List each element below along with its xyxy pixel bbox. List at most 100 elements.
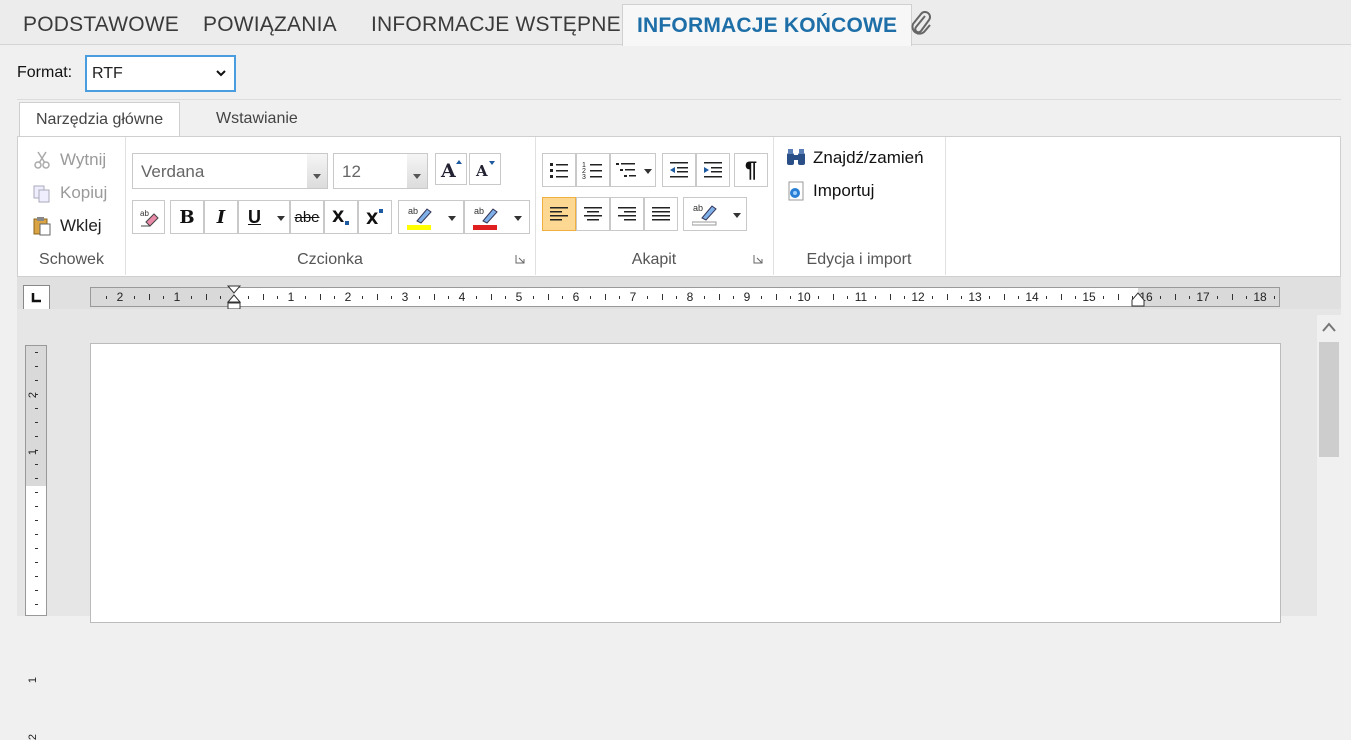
svg-text:3: 3 (582, 174, 586, 181)
horizontal-ruler[interactable]: 2 1 1 2 3 4 5 6 7 8 9 10 11 12 13 14 15 16 17 18 (90, 287, 1280, 307)
ruler-tick (362, 296, 364, 299)
tab-informacje-koncowe[interactable]: INFORMACJE KOŃCOWE (622, 4, 913, 46)
copy-label: Kopiuj (60, 183, 108, 202)
underline-button[interactable]: U (238, 200, 290, 234)
font-size-value: 12 (342, 162, 361, 181)
align-right-button[interactable] (610, 197, 644, 231)
scrollbar-thumb[interactable] (1319, 342, 1339, 457)
ruler-tick (205, 294, 207, 300)
divider (17, 99, 1341, 100)
align-center-button[interactable] (576, 197, 610, 231)
ruler-tick (248, 296, 250, 299)
left-tab-icon (31, 293, 41, 303)
shrink-font-button[interactable]: A (469, 153, 501, 185)
font-size-combo[interactable]: 12 (333, 153, 428, 189)
ruler-tick (1017, 296, 1019, 299)
tab-stop-selector[interactable] (23, 285, 50, 310)
dialog-launcher-icon[interactable] (753, 254, 763, 264)
import-label: Importuj (813, 181, 875, 200)
ruler-number: 2 (27, 733, 40, 740)
subscript-icon: X (332, 207, 349, 226)
ribbon-tab-narzedzia[interactable]: Narzędzia główne (19, 102, 181, 137)
strikethrough-button[interactable]: abe (290, 200, 324, 234)
copy-button[interactable]: Kopiuj (32, 181, 107, 205)
highlight-color-button[interactable]: ab (398, 200, 464, 234)
vertical-scrollbar[interactable] (1317, 315, 1341, 616)
ruler-tick (561, 296, 563, 299)
dropdown-arrow-icon (644, 169, 652, 174)
ruler-tick (1231, 294, 1233, 300)
ruler-number: 1 (27, 676, 40, 683)
clear-format-icon: ab (140, 209, 159, 227)
ruler-tick (946, 294, 948, 300)
paste-button[interactable]: Wklej (32, 214, 102, 238)
paperclip-icon[interactable] (908, 10, 934, 38)
group-separator (945, 137, 946, 275)
grow-font-button[interactable]: A (435, 153, 467, 185)
ruler-tick (476, 296, 478, 299)
align-left-button[interactable] (542, 197, 576, 231)
ruler-tick (1217, 296, 1219, 299)
font-family-combo[interactable]: Verdana (132, 153, 328, 189)
bullets-button[interactable] (542, 153, 576, 187)
font-family-value: Verdana (141, 162, 205, 181)
ruler-tick (661, 294, 663, 300)
vertical-ruler[interactable]: 2112 (25, 345, 47, 740)
justify-button[interactable] (644, 197, 678, 231)
clear-format-button[interactable]: ab (132, 200, 165, 234)
multilevel-list-button[interactable] (610, 153, 656, 187)
ruler-number: 7 (629, 290, 637, 304)
show-formatting-button[interactable]: ¶ (734, 153, 768, 187)
italic-button[interactable]: I (204, 200, 238, 234)
ruler-tick (590, 296, 592, 299)
ruler-tick (35, 534, 38, 535)
increase-indent-icon (704, 162, 722, 178)
svg-text:ab: ab (474, 206, 484, 216)
font-color-button[interactable]: ab (464, 200, 530, 234)
indent-marker-icon[interactable] (226, 285, 242, 311)
numbering-button[interactable]: 123 (576, 153, 610, 187)
ruler-tick (718, 294, 720, 300)
ruler-tick (35, 520, 38, 521)
ruler-tick (647, 296, 649, 299)
svg-text:ab: ab (140, 209, 149, 218)
binoculars-icon (787, 149, 805, 165)
ruler-tick (533, 296, 535, 299)
subscript-button[interactable]: X (324, 200, 358, 234)
ruler-tick (134, 296, 136, 299)
import-button[interactable]: Importuj (785, 180, 874, 202)
document-page[interactable] (90, 343, 1281, 623)
format-select[interactable]: RTF (85, 55, 236, 92)
decrease-indent-button[interactable] (662, 153, 696, 187)
chevron-up-icon[interactable] (1321, 321, 1337, 333)
ruler-number: 17 (1196, 290, 1210, 304)
dropdown-arrow-icon (307, 154, 327, 188)
ruler-tick (1188, 296, 1190, 299)
ruler-tick (789, 296, 791, 299)
paragraph-shading-button[interactable]: ab (683, 197, 747, 231)
ruler-margin-top (26, 346, 46, 486)
ruler-tick (1160, 296, 1162, 299)
find-replace-button[interactable]: Znajdź/zamień (785, 147, 924, 169)
format-value: RTF (92, 65, 123, 82)
bold-button[interactable]: B (170, 200, 204, 234)
cut-button[interactable]: Wytnij (32, 148, 106, 172)
multilevel-list-icon (616, 163, 636, 177)
superscript-button[interactable]: X (358, 200, 392, 234)
increase-indent-button[interactable] (696, 153, 730, 187)
tab-podstawowe[interactable]: PODSTAWOWE (23, 4, 179, 45)
ruler-tick (846, 296, 848, 299)
pilcrow-icon: ¶ (744, 157, 758, 182)
tab-informacje-wstepne[interactable]: INFORMACJE WSTĘPNE (371, 4, 621, 45)
ruler-tick (989, 296, 991, 299)
superscript-icon: X (366, 209, 383, 228)
dialog-launcher-icon[interactable] (515, 254, 525, 264)
ribbon-tab-wstawianie[interactable]: Wstawianie (200, 102, 314, 136)
ruler-tick (960, 296, 962, 299)
ruler-number: 11 (854, 290, 868, 304)
ruler-tick (35, 436, 38, 437)
shrink-font-icon: A (475, 161, 495, 180)
tab-powiazania[interactable]: POWIĄZANIA (203, 4, 337, 45)
ruler-tick (675, 296, 677, 299)
right-indent-marker-icon[interactable] (1131, 292, 1145, 308)
